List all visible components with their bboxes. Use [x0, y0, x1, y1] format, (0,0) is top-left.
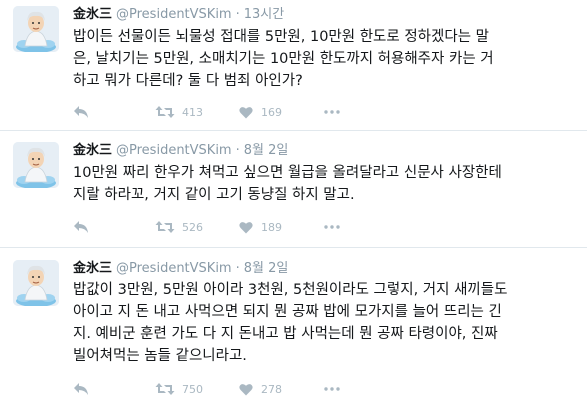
- tweet-text-line: 지. 예비군 훈련 가도 다 지 돈내고 밥 사먹는데 뭔 공짜 타령이야, 진…: [73, 326, 498, 342]
- retweet-icon: [155, 221, 175, 233]
- tweet-text: 밥값이 3만원, 5만원 아이라 3천원, 5천원이라도 그렇지, 거지 새끼들…: [73, 279, 578, 367]
- like-count: 189: [261, 220, 282, 234]
- tweet-text-line: 밥이든 선물이든 뇌물성 접대를 5만원, 10만원 한도로 정하겠다는 말: [73, 29, 489, 45]
- retweet-icon: [155, 383, 175, 395]
- like-button[interactable]: 169: [239, 106, 282, 119]
- tweet-text-line: 은, 날치기는 5만원, 소매치기는 10만원 한도까지 허용해주자 카는 거: [73, 51, 494, 67]
- retweet-button[interactable]: 413: [155, 105, 203, 119]
- username[interactable]: @PresidentVSKim: [116, 261, 232, 276]
- retweet-button[interactable]: 526: [155, 220, 203, 234]
- like-button[interactable]: 189: [239, 221, 282, 234]
- timestamp[interactable]: 8월 2일: [244, 261, 289, 276]
- tweet-text: 밥이든 선물이든 뇌물성 접대를 5만원, 10만원 한도로 정하겠다는 말 은…: [73, 26, 578, 92]
- retweet-button[interactable]: 750: [155, 382, 203, 396]
- tweet-header: 金氷三 @PresidentVSKim · 8월 2일: [73, 142, 288, 160]
- like-count: 278: [261, 382, 282, 396]
- heart-icon: [239, 106, 253, 118]
- tweet-actions: 750 278: [73, 379, 340, 399]
- tweet[interactable]: 金氷三 @PresidentVSKim · 8월 2일 밥값이 3만원, 5만원 아이…: [0, 248, 587, 406]
- avatar-image: [13, 142, 59, 188]
- more-icon: [324, 387, 340, 391]
- tweet[interactable]: 金氷三 @PresidentVSKim · 8월 2일 10만원 짜리 한우가 쳐먹고…: [0, 131, 587, 248]
- more-options-button[interactable]: [324, 387, 340, 391]
- reply-button[interactable]: [73, 105, 93, 119]
- avatar-image: [13, 6, 59, 52]
- separator-dot: ·: [235, 143, 240, 158]
- heart-icon: [239, 383, 253, 395]
- more-icon: [324, 110, 340, 114]
- retweet-count: 526: [182, 220, 203, 234]
- tweet-actions: 526 189: [73, 217, 340, 237]
- retweet-icon: [155, 106, 175, 118]
- separator-dot: ·: [235, 261, 240, 276]
- display-name[interactable]: 金氷三: [73, 261, 112, 276]
- retweet-count: 750: [182, 382, 203, 396]
- like-button[interactable]: 278: [239, 383, 282, 396]
- tweet-actions: 413 169: [73, 102, 340, 122]
- more-icon: [324, 225, 340, 229]
- display-name[interactable]: 金氷三: [73, 143, 112, 158]
- avatar-image: [13, 260, 59, 306]
- timestamp[interactable]: 13시간: [244, 7, 284, 22]
- more-options-button[interactable]: [324, 110, 340, 114]
- tweet-text-line: 아이고 지 돈 내고 사먹으면 되지 뭔 공짜 밥에 모가지를 늘어 뜨리는 긴: [73, 304, 502, 320]
- avatar[interactable]: [13, 142, 59, 188]
- username[interactable]: @PresidentVSKim: [116, 143, 232, 158]
- timestamp[interactable]: 8월 2일: [244, 143, 289, 158]
- more-options-button[interactable]: [324, 225, 340, 229]
- reply-icon: [74, 106, 88, 118]
- heart-icon: [239, 221, 253, 233]
- avatar[interactable]: [13, 6, 59, 52]
- tweet-text: 10만원 짜리 한우가 쳐먹고 싶으면 월급을 올려달라고 신문사 사장한테 지…: [73, 162, 578, 206]
- tweet-text-line: 지랄 하라꼬, 거지 같이 고기 동냥질 하지 말고.: [73, 187, 355, 203]
- like-count: 169: [261, 105, 282, 119]
- tweet[interactable]: 金氷三 @PresidentVSKim · 13시간 밥이든 선물이든 뇌물성 접대를…: [0, 0, 587, 131]
- tweet-header: 金氷三 @PresidentVSKim · 8월 2일: [73, 260, 288, 278]
- tweet-text-line: 하고 뭐가 다른데? 둘 다 범죄 아인가?: [73, 73, 303, 89]
- avatar[interactable]: [13, 260, 59, 306]
- tweet-text-line: 10만원 짜리 한우가 쳐먹고 싶으면 월급을 올려달라고 신문사 사장한테: [73, 165, 502, 181]
- reply-button[interactable]: [73, 220, 93, 234]
- timeline: 金氷三 @PresidentVSKim · 13시간 밥이든 선물이든 뇌물성 접대를…: [0, 0, 587, 406]
- tweet-text-line: 빌어쳐먹는 놈들 같으니라고.: [73, 348, 247, 364]
- username[interactable]: @PresidentVSKim: [116, 7, 232, 22]
- reply-icon: [74, 221, 88, 233]
- separator-dot: ·: [235, 7, 240, 22]
- tweet-header: 金氷三 @PresidentVSKim · 13시간: [73, 6, 284, 24]
- reply-button[interactable]: [73, 382, 93, 396]
- tweet-text-line: 밥값이 3만원, 5만원 아이라 3천원, 5천원이라도 그렇지, 거지 새끼들…: [73, 282, 508, 298]
- reply-icon: [74, 383, 88, 395]
- retweet-count: 413: [182, 105, 203, 119]
- display-name[interactable]: 金氷三: [73, 7, 112, 22]
